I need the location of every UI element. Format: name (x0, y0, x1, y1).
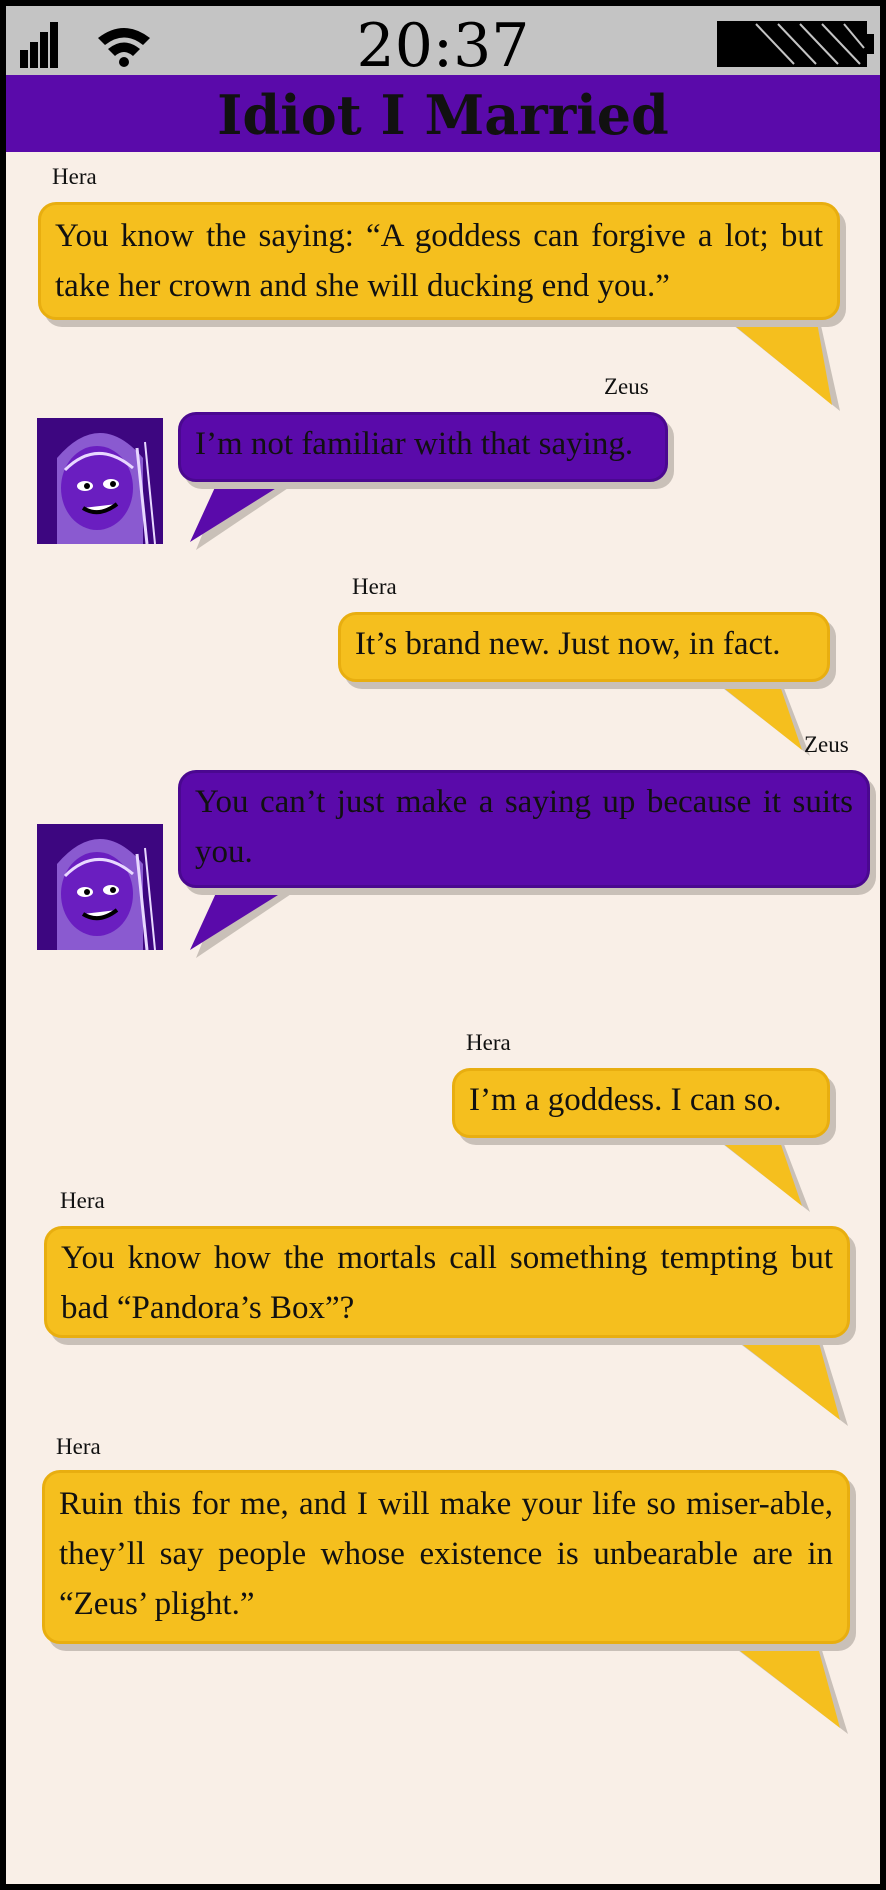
bubble-tail (726, 1332, 848, 1426)
bubble-tail (190, 880, 306, 958)
message-text: You can’t just make a saying up because … (195, 784, 853, 870)
bubble-tail (706, 674, 810, 756)
message-bubble-hera[interactable]: I’m a goddess. I can so. (452, 1068, 830, 1138)
bubble-tail (706, 1130, 810, 1212)
message-bubble-zeus[interactable]: You can’t just make a saying up because … (178, 770, 870, 888)
bubble-tail (190, 472, 306, 550)
message-text: It’s brand new. Just now, in fact. (355, 626, 781, 662)
sender-name: Hera (60, 1188, 105, 1213)
sender-name: Hera (56, 1434, 101, 1459)
message-text: You know the saying: “A goddess can forg… (55, 218, 823, 304)
message-bubble-hera[interactable]: You know the saying: “A goddess can forg… (38, 202, 840, 320)
message-bubble-hera[interactable]: Ruin this for me, and I will make your l… (42, 1470, 850, 1644)
sender-name: Zeus (804, 732, 849, 757)
message-text: I’m not familiar with that saying. (195, 426, 634, 462)
sender-name: Hera (466, 1030, 511, 1055)
bubble-tail (726, 1640, 848, 1734)
message-bubble-hera[interactable]: It’s brand new. Just now, in fact. (338, 612, 830, 682)
message-bubble-zeus[interactable]: I’m not familiar with that saying. (178, 412, 668, 482)
sender-name: Hera (52, 164, 97, 189)
message-list[interactable]: Hera You know the saying: “A goddess can… (6, 152, 880, 1884)
bubble-tail (724, 317, 840, 411)
battery-icon (717, 21, 874, 67)
sender-name: Zeus (604, 374, 649, 399)
message-bubble-hera[interactable]: You know how the mortals call something … (44, 1226, 850, 1338)
message-text: I’m a goddess. I can so. (469, 1082, 782, 1118)
sender-name: Hera (352, 574, 397, 599)
avatar-zeus (37, 824, 163, 950)
avatar-zeus (37, 418, 163, 544)
status-bar: 20:37 (6, 6, 880, 81)
message-text: You know how the mortals call something … (61, 1240, 833, 1326)
chat-title: Idiot I Married (217, 83, 669, 147)
chat-title-bar: Idiot I Married (6, 75, 880, 152)
message-text: Ruin this for me, and I will make your l… (59, 1486, 833, 1622)
phone-frame: 20:37 Idiot I Married Hera You know the … (0, 0, 886, 1890)
